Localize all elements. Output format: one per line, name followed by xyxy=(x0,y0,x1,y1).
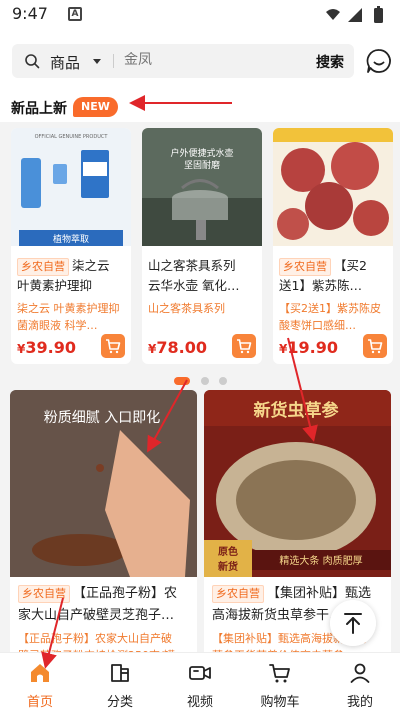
product-image xyxy=(273,128,393,246)
product-price: ¥19.90 xyxy=(279,338,338,357)
svg-text:原色: 原色 xyxy=(218,545,238,558)
product-price: ¥78.00 xyxy=(148,338,207,357)
add-to-cart-button[interactable] xyxy=(232,334,256,358)
section-title: 新品上新 xyxy=(11,101,67,117)
new-badge: NEW xyxy=(73,97,118,117)
product-subtitle: 【正品孢子粉】农家大山自产破 xyxy=(18,632,172,645)
product-card[interactable]: 户外便捷式水壶 坚固耐磨 山之客茶具系列 云华水壶 氧化… 山之客茶具系列 ¥7… xyxy=(142,128,262,364)
svg-text:OFFICIAL GENUINE PRODUCT: OFFICIAL GENUINE PRODUCT xyxy=(35,134,109,140)
nav-item-home[interactable]: 首页 xyxy=(0,653,80,712)
tag-badge: 乡农自营 xyxy=(17,258,69,276)
add-to-cart-button[interactable] xyxy=(363,334,387,358)
product-image: 户外便捷式水壶 坚固耐磨 xyxy=(142,128,262,246)
svg-text:精选大条 肉质肥厚: 精选大条 肉质肥厚 xyxy=(279,554,362,567)
chevron-down-icon xyxy=(93,59,101,64)
product-title-line2: 送1】紫苏陈… xyxy=(279,278,362,293)
message-icon[interactable] xyxy=(366,48,392,74)
bottom-navigation: 首页 分类 视频 购物车 我的 xyxy=(0,652,400,712)
product-card[interactable]: 乡农自营 【买2 送1】紫苏陈… 【买2送1】紫苏陈皮酸枣饼口感细… ¥19.90 xyxy=(273,128,393,364)
product-title: 乡农自营 【买2 xyxy=(279,256,391,276)
status-time: 9:47 xyxy=(12,4,48,23)
tag-badge: 乡农自营 xyxy=(279,258,331,276)
video-icon xyxy=(189,666,211,680)
status-bar: 9:47 A xyxy=(0,0,400,30)
search-icon xyxy=(25,54,40,69)
profile-icon xyxy=(350,663,370,683)
product-image: 新货虫草参 原色 新货 精选大条 肉质肥厚 xyxy=(204,390,391,577)
product-title: 山之客茶具系列 xyxy=(148,258,236,273)
nav-item-profile[interactable]: 我的 xyxy=(320,653,400,712)
carousel-dot xyxy=(219,377,227,385)
carousel-dot xyxy=(201,377,209,385)
product-price: ¥39.90 xyxy=(17,338,76,357)
product-image-label: 植物萃取 xyxy=(53,233,89,245)
product-image: 粉质细腻 入口即化 xyxy=(10,390,197,577)
search-button[interactable]: 搜索 xyxy=(316,52,344,72)
new-arrivals-header: 新品上新 NEW xyxy=(0,92,400,122)
product-title-line2: 家大山自产破壁灵芝孢子… xyxy=(18,608,175,623)
home-icon xyxy=(31,664,49,682)
product-image-label: 粉质细腻 入口即化 xyxy=(44,410,160,426)
new-arrivals-carousel[interactable]: OFFICIAL GENUINE PRODUCT 植物萃取 乡农自营 柒之云 叶黄… xyxy=(0,122,400,370)
scroll-to-top-button[interactable] xyxy=(330,600,376,646)
nav-item-video[interactable]: 视频 xyxy=(160,653,240,712)
carousel-indicator xyxy=(170,375,230,385)
product-title: 乡农自营 【正品孢子粉】农 xyxy=(18,583,193,605)
search-box[interactable]: 商品 搜索 xyxy=(12,44,354,78)
product-title-line2: 叶黄素护理抑 xyxy=(17,278,93,293)
nav-label: 我的 xyxy=(346,695,373,710)
nav-label: 购物车 xyxy=(260,695,300,710)
carousel-dot-active xyxy=(174,377,190,385)
nav-item-cart[interactable]: 购物车 xyxy=(240,653,320,712)
product-card-large[interactable]: 粉质细腻 入口即化 乡农自营 【正品孢子粉】农 家大山自产破壁灵芝孢子… 【正品孢… xyxy=(10,390,197,658)
nav-item-category[interactable]: 分类 xyxy=(80,653,160,712)
tag-badge: 乡农自营 xyxy=(212,585,264,603)
search-input[interactable] xyxy=(124,52,304,68)
app-notification-icon: A xyxy=(68,7,82,21)
search-divider xyxy=(113,54,114,68)
search-category-select[interactable]: 商品 xyxy=(50,52,80,73)
svg-text:坚固耐磨: 坚固耐磨 xyxy=(184,159,220,171)
nav-label: 分类 xyxy=(106,695,133,710)
product-image-label: 新货虫草参 xyxy=(254,400,339,421)
product-image: OFFICIAL GENUINE PRODUCT 植物萃取 xyxy=(11,128,131,246)
signal-battery-icons xyxy=(326,6,383,23)
svg-text:新货: 新货 xyxy=(218,560,238,573)
nav-label: 首页 xyxy=(26,695,53,710)
svg-text:户外便捷式水壶: 户外便捷式水壶 xyxy=(170,147,233,159)
nav-label: 视频 xyxy=(186,695,213,710)
product-title-line2: 云华水壶 氧化… xyxy=(148,278,240,293)
product-title: 乡农自营 柒之云 xyxy=(17,256,129,276)
search-row: 商品 搜索 xyxy=(0,30,400,92)
category-icon xyxy=(111,664,129,682)
product-card[interactable]: OFFICIAL GENUINE PRODUCT 植物萃取 乡农自营 柒之云 叶黄… xyxy=(11,128,131,364)
cart-icon xyxy=(269,664,290,683)
product-subtitle: 【买2送1】紫苏陈皮酸枣饼口感细… xyxy=(279,302,381,332)
tag-badge: 乡农自营 xyxy=(18,585,70,603)
add-to-cart-button[interactable] xyxy=(101,334,125,358)
product-subtitle: 山之客茶具系列 xyxy=(148,302,225,315)
product-subtitle: 柒之云 叶黄素护理抑菌滴眼液 科学… xyxy=(17,302,120,332)
